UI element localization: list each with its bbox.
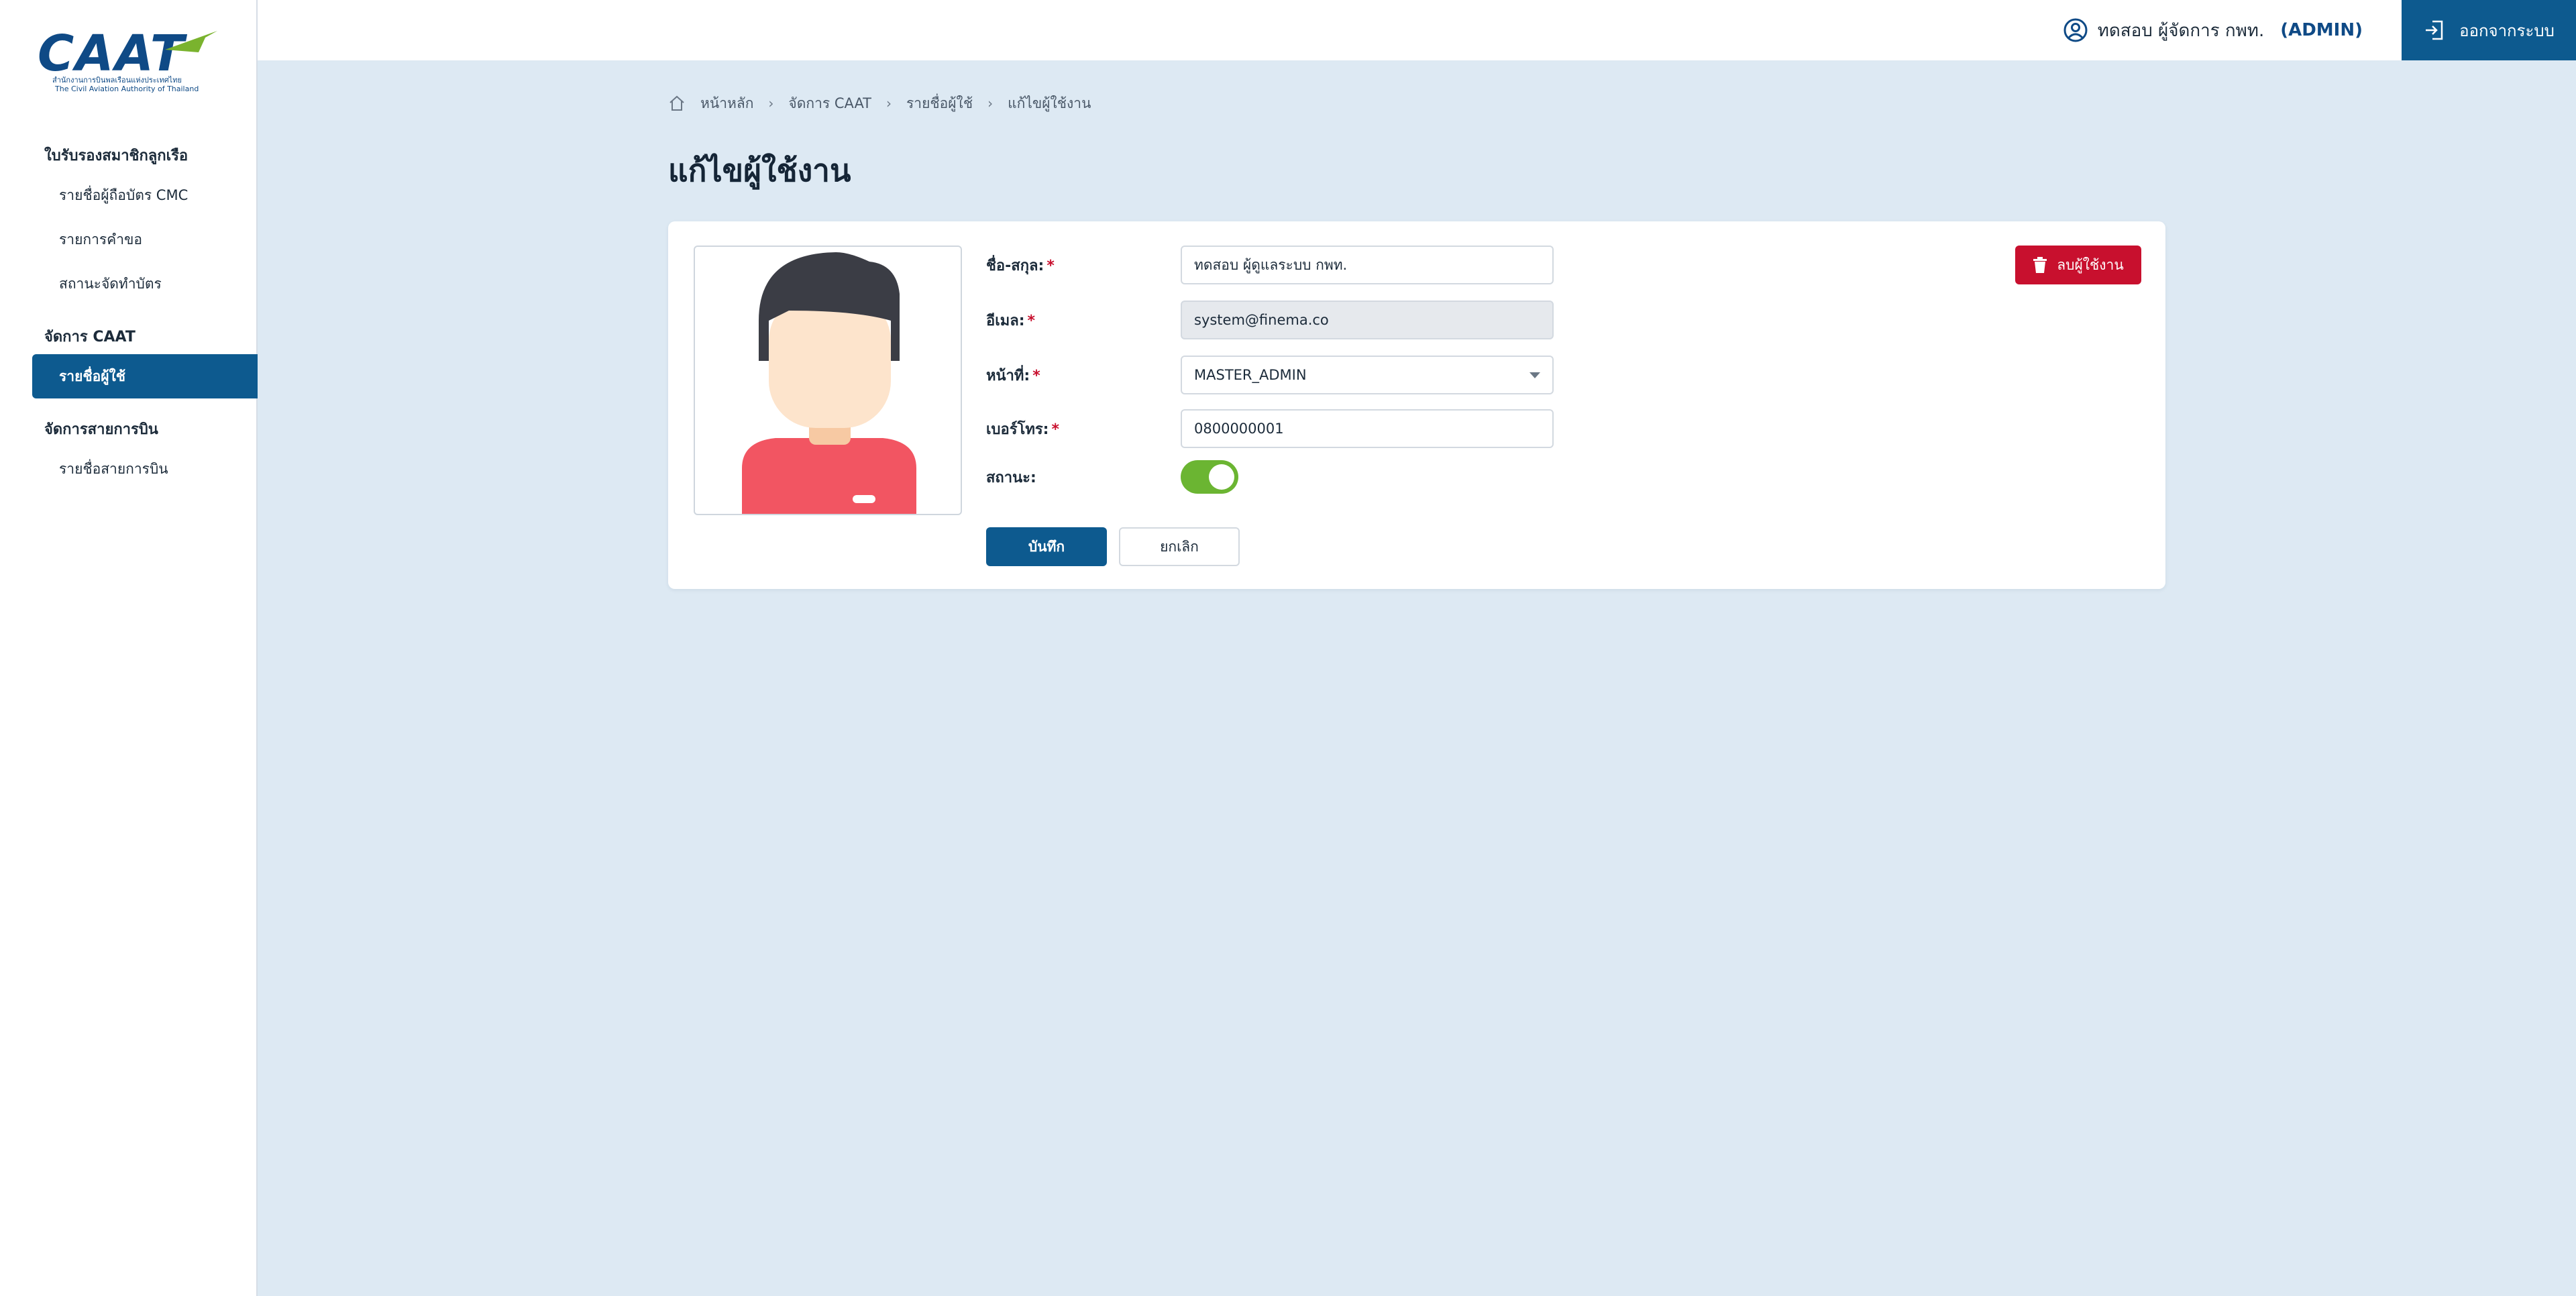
required-mark: * <box>1032 367 1040 384</box>
main-content: หน้าหลัก › จัดการ CAAT › รายชื่อผู้ใช้ ›… <box>668 91 1091 195</box>
save-button[interactable]: บันทึก <box>986 527 1107 566</box>
name-label: ชื่อ-สกุล: * <box>986 254 1181 277</box>
delete-user-button[interactable]: ลบผู้ใช้งาน <box>2015 246 2141 284</box>
trash-icon <box>2033 257 2047 273</box>
role-label: หน้าที่: * <box>986 364 1181 387</box>
nav-gap <box>32 398 258 413</box>
name-label-text: ชื่อ-สกุล: <box>986 257 1044 274</box>
required-mark: * <box>1027 312 1036 329</box>
breadcrumb-users[interactable]: รายชื่อผู้ใช้ <box>906 93 973 115</box>
user-menu[interactable]: ทดสอบ ผู้จัดการ กพท. (ADMIN) <box>2063 0 2363 60</box>
email-field: system@finema.co <box>1181 301 1554 339</box>
chevron-right-icon: › <box>987 95 994 111</box>
nav-group-manage-airlines: จัดการสายการบิน <box>44 421 158 438</box>
required-mark: * <box>1051 421 1059 438</box>
nav-group-manage-caat: จัดการ CAAT <box>44 329 136 345</box>
status-toggle[interactable] <box>1181 460 1238 494</box>
name-row: ชื่อ-สกุล: * ทดสอบ ผู้ดูแลระบบ กพท. <box>986 246 1554 284</box>
breadcrumb-current: แก้ไขผู้ใช้งาน <box>1008 95 1091 111</box>
sidebar: CAAT สำนักงานการบินพลเรือนแห่งประเทศไทย … <box>0 0 258 1296</box>
avatar <box>694 246 962 515</box>
page-title: แก้ไขผู้ใช้งาน <box>668 152 851 188</box>
phone-label-text: เบอร์โทร: <box>986 421 1049 438</box>
logo-swoosh-icon <box>165 31 217 52</box>
sidebar-item-cmc-holders[interactable]: รายชื่อผู้ถือบัตร CMC <box>32 173 258 217</box>
phone-field[interactable]: 0800000001 <box>1181 409 1554 448</box>
cancel-button[interactable]: ยกเลิก <box>1119 527 1240 566</box>
role-label-text: หน้าที่: <box>986 367 1030 384</box>
sidebar-item-requests[interactable]: รายการคำขอ <box>32 217 258 262</box>
nav-gap <box>32 306 258 321</box>
sidebar-item-card-status[interactable]: สถานะจัดทำบัตร <box>32 262 258 306</box>
phone-label: เบอร์โทร: * <box>986 417 1181 441</box>
phone-row: เบอร์โทร: * 0800000001 <box>986 409 1554 448</box>
chevron-right-icon: › <box>886 95 892 111</box>
email-field-value: system@finema.co <box>1194 312 1329 328</box>
phone-field-value: 0800000001 <box>1194 421 1284 437</box>
sidebar-nav: ใบรับรองสมาชิกลูกเรือ รายชื่อผู้ถือบัตร … <box>32 140 258 491</box>
caat-logo[interactable]: CAAT สำนักงานการบินพลเรือนแห่งประเทศไทย … <box>38 27 219 101</box>
toggle-knob <box>1209 464 1234 490</box>
role-select[interactable]: MASTER_ADMIN <box>1181 356 1554 394</box>
nav-group-crew-certificate: ใบรับรองสมาชิกลูกเรือ <box>44 148 189 164</box>
caret-down-icon <box>1529 372 1540 378</box>
logo-wordmark: CAAT <box>38 25 186 83</box>
home-icon[interactable] <box>668 95 686 112</box>
user-name: ทดสอบ ผู้จัดการ กพท. <box>2097 20 2265 41</box>
logout-button[interactable]: ออกจากระบบ <box>2402 0 2576 60</box>
logout-icon <box>2426 20 2443 40</box>
user-avatar-illustration <box>742 252 916 514</box>
breadcrumb-manage-caat[interactable]: จัดการ CAAT <box>788 93 871 115</box>
user-role-badge: (ADMIN) <box>2280 20 2363 40</box>
role-select-value: MASTER_ADMIN <box>1194 367 1307 383</box>
app-root: CAAT สำนักงานการบินพลเรือนแห่งประเทศไทย … <box>0 0 2576 1296</box>
breadcrumb-home[interactable]: หน้าหลัก <box>700 93 753 115</box>
email-row: อีเมล: * system@finema.co <box>986 301 1554 339</box>
sidebar-item-users[interactable]: รายชื่อผู้ใช้ <box>32 354 258 398</box>
chevron-right-icon: › <box>768 95 774 111</box>
logo-subtitle-en: The Civil Aviation Authority of Thailand <box>55 85 199 93</box>
sidebar-item-airlines[interactable]: รายชื่อสายการบิน <box>32 447 258 491</box>
required-mark: * <box>1046 257 1055 274</box>
name-field-value: ทดสอบ ผู้ดูแลระบบ กพท. <box>1194 256 1348 273</box>
status-label: สถานะ: <box>986 469 1036 486</box>
logout-label: ออกจากระบบ <box>2459 21 2555 40</box>
email-label-text: อีเมล: <box>986 312 1025 329</box>
breadcrumb: หน้าหลัก › จัดการ CAAT › รายชื่อผู้ใช้ ›… <box>668 91 1091 115</box>
delete-user-label: ลบผู้ใช้งาน <box>2057 256 2124 273</box>
user-circle-icon <box>2063 18 2088 42</box>
name-field[interactable]: ทดสอบ ผู้ดูแลระบบ กพท. <box>1181 246 1554 284</box>
status-row: สถานะ: <box>986 460 1238 494</box>
role-row: หน้าที่: * MASTER_ADMIN <box>986 356 1554 394</box>
top-header: ทดสอบ ผู้จัดการ กพท. (ADMIN) ออกจากระบบ <box>258 0 2576 60</box>
email-label: อีเมล: * <box>986 309 1181 332</box>
edit-user-card: ชื่อ-สกุล: * ทดสอบ ผู้ดูแลระบบ กพท. อีเมล… <box>668 221 2165 589</box>
